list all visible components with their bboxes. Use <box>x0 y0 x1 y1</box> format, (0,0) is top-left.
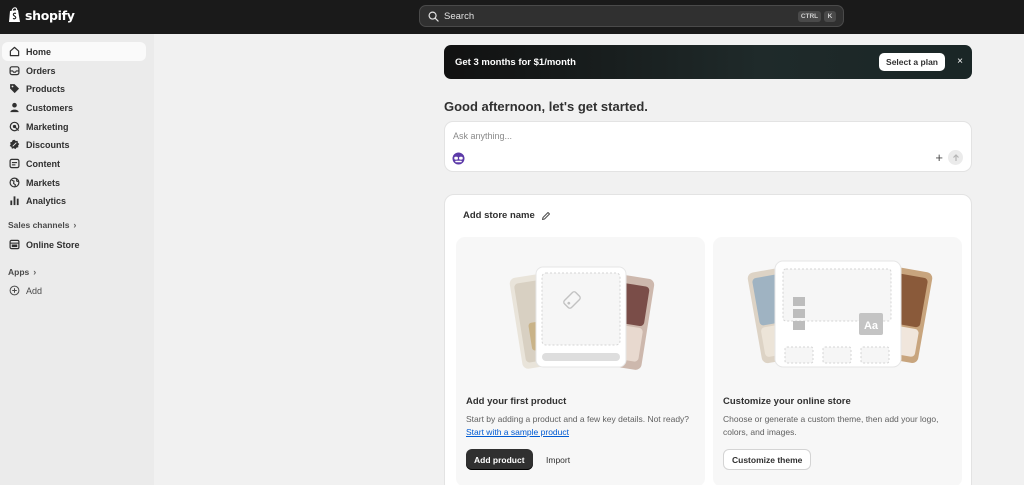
sidebar-item-orders[interactable]: Orders <box>2 61 146 80</box>
sidebar-item-label: Marketing <box>26 121 69 132</box>
send-button[interactable] <box>948 150 963 165</box>
plus-circle-icon <box>9 285 20 296</box>
inbox-icon <box>9 65 20 76</box>
search-bar[interactable]: Search CTRL K <box>419 5 844 27</box>
tile-description: Choose or generate a custom theme, then … <box>723 414 939 437</box>
sidebar-item-label: Products <box>26 83 66 94</box>
add-product-button[interactable]: Add product <box>466 449 533 470</box>
tile-title: Customize your online store <box>723 396 851 407</box>
home-icon <box>9 46 20 57</box>
person-icon <box>9 102 20 113</box>
tag-icon <box>9 83 20 94</box>
product-illustration <box>509 266 655 370</box>
target-icon <box>9 121 20 132</box>
ask-input[interactable] <box>453 131 853 141</box>
sidebar-item-add-app[interactable]: Add <box>2 281 146 300</box>
banner-text: Get 3 months for $1/month <box>455 56 576 68</box>
top-bar: shopify Search CTRL K <box>0 0 1024 34</box>
sample-product-link[interactable]: Start with a sample product <box>466 427 569 437</box>
sales-channels-label: Sales channels <box>8 220 70 230</box>
chevron-right-icon: › <box>33 267 37 277</box>
sidebar-item-label: Home <box>26 46 52 57</box>
sidebar-item-label: Online Store <box>26 239 80 250</box>
sidebar-item-online-store[interactable]: Online Store <box>2 235 146 254</box>
sidebar-item-label: Add <box>26 285 43 296</box>
sidebar-item-discounts[interactable]: Discounts <box>2 135 146 154</box>
shortcut-key-ctrl: CTRL <box>798 11 821 22</box>
import-button[interactable]: Import <box>546 449 570 470</box>
pencil-icon <box>541 211 550 220</box>
sidebar-item-content[interactable]: Content <box>2 154 146 173</box>
customize-theme-button[interactable]: Customize theme <box>723 449 812 470</box>
sidebar-item-label: Analytics <box>26 195 67 206</box>
logo-text: shopify <box>25 7 75 23</box>
sidebar: Home Orders Products Customers Marketing… <box>0 34 154 485</box>
setup-card: Add store name Add your first product St… <box>444 194 972 485</box>
sidebar-item-label: Content <box>26 158 60 169</box>
customize-store-tile: Aa Customize your online store Choose or… <box>713 237 962 485</box>
sidebar-item-markets[interactable]: Markets <box>2 173 146 192</box>
plus-icon[interactable]: + <box>935 151 943 164</box>
shortcut-key-k: K <box>824 11 836 22</box>
sidebar-item-products[interactable]: Products <box>2 79 146 98</box>
sales-channels-header[interactable]: Sales channels › <box>8 220 76 230</box>
bar-chart-icon <box>9 195 20 206</box>
shopify-bag-icon <box>9 7 20 22</box>
promo-banner: Get 3 months for $1/month Select a plan … <box>444 45 972 79</box>
content-icon <box>9 158 20 169</box>
chevron-right-icon: › <box>73 220 77 230</box>
shopify-logo[interactable]: shopify <box>8 7 75 23</box>
select-plan-button[interactable]: Select a plan <box>879 53 945 71</box>
discount-icon <box>9 139 20 150</box>
apps-header[interactable]: Apps › <box>8 267 36 277</box>
tile-title: Add your first product <box>466 396 567 407</box>
ask-box: + <box>444 121 972 172</box>
arrow-up-icon <box>952 153 959 161</box>
sidebar-item-home[interactable]: Home <box>2 42 146 61</box>
store-name-label: Add store name <box>463 210 535 221</box>
globe-icon <box>9 177 20 188</box>
apps-label: Apps <box>8 267 30 277</box>
store-icon <box>9 239 20 250</box>
close-icon[interactable]: × <box>957 56 963 67</box>
sidebar-item-label: Markets <box>26 177 61 188</box>
tile-description-text: Start by adding a product and a few key … <box>466 414 690 424</box>
font-sample-text: Aa <box>864 320 879 332</box>
sidebar-item-marketing[interactable]: Marketing <box>2 117 146 136</box>
page-title: Good afternoon, let's get started. <box>444 99 648 114</box>
sidebar-item-label: Orders <box>26 65 56 76</box>
sidebar-item-label: Discounts <box>26 139 70 150</box>
sidebar-item-label: Customers <box>26 102 74 113</box>
sidebar-item-analytics[interactable]: Analytics <box>2 191 146 210</box>
search-icon <box>428 11 439 22</box>
add-product-tile: Add your first product Start by adding a… <box>456 237 705 485</box>
tile-description: Start by adding a product and a few key … <box>466 413 691 439</box>
sidekick-avatar-icon <box>452 152 465 165</box>
theme-illustration: Aa <box>747 260 933 368</box>
add-store-name[interactable]: Add store name <box>463 210 551 221</box>
search-placeholder: Search <box>444 10 475 22</box>
sidebar-item-customers[interactable]: Customers <box>2 98 146 117</box>
